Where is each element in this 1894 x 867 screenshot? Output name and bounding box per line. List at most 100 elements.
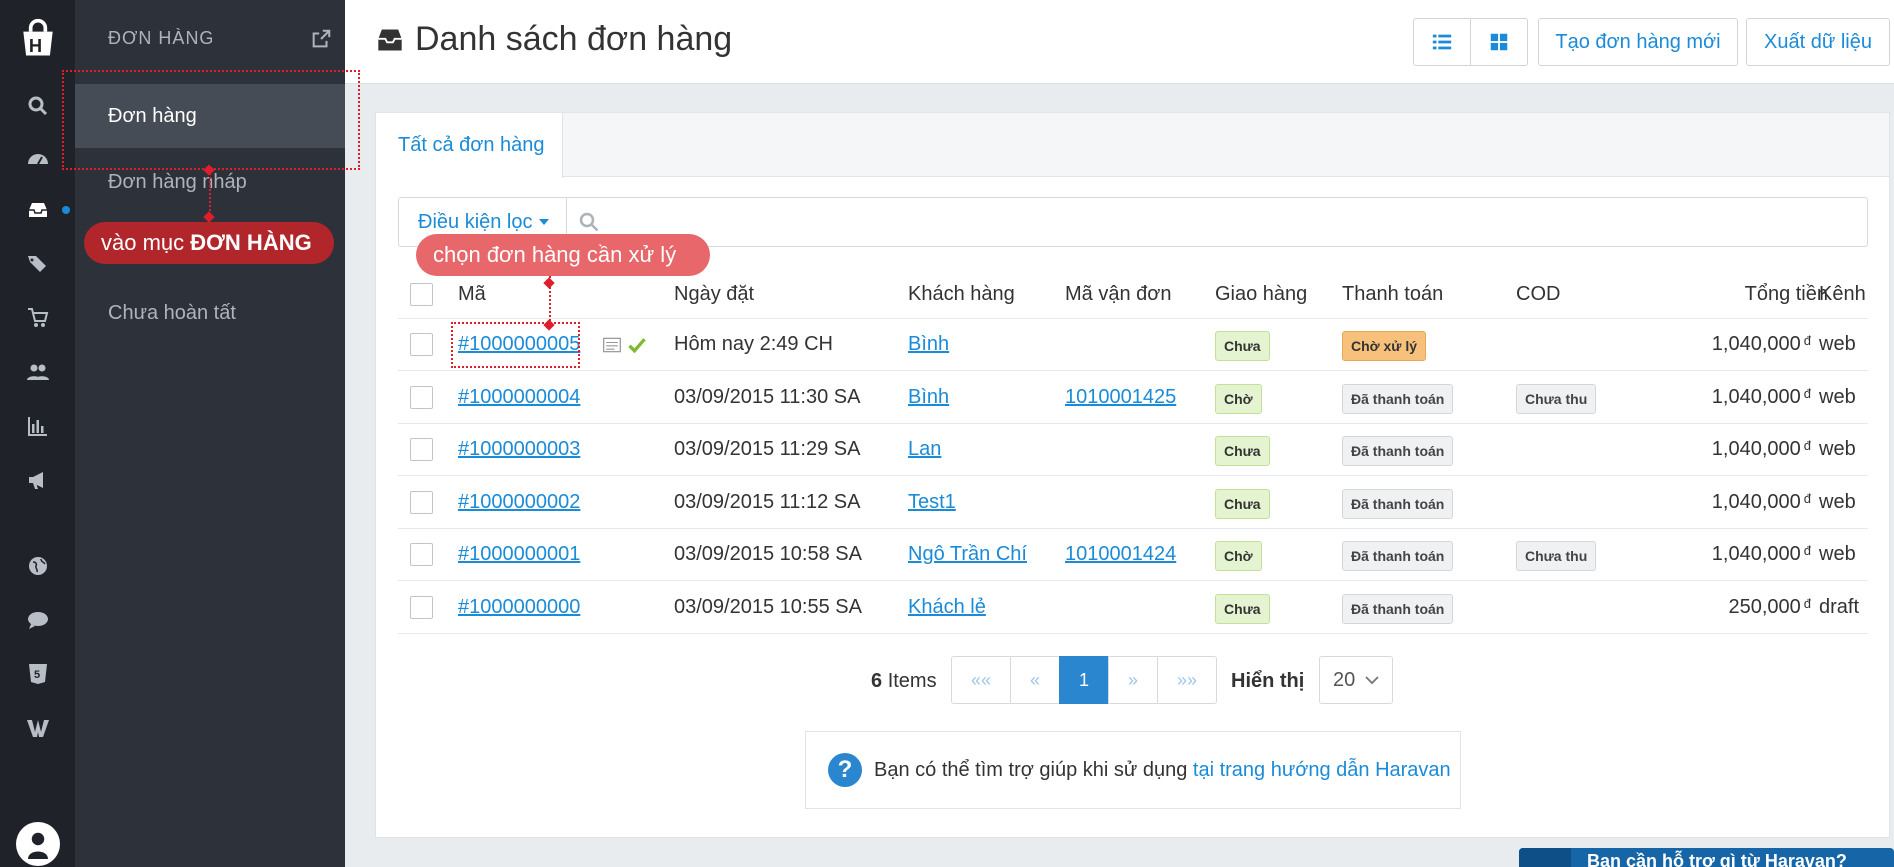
order-channel: web <box>1819 333 1856 355</box>
row-checkbox[interactable] <box>410 543 433 566</box>
tags-icon[interactable] <box>0 244 75 284</box>
col-date[interactable]: Ngày đặt <box>674 283 754 306</box>
order-date: 03/09/2015 10:58 SA <box>674 543 862 565</box>
order-total: 1,040,000 đ <box>1671 333 1811 356</box>
select-all-checkbox[interactable] <box>410 283 433 306</box>
page-1-button[interactable]: 1 <box>1059 656 1109 704</box>
orders-inbox-icon <box>378 29 402 51</box>
currency-symbol: đ <box>1803 595 1811 611</box>
list-icon <box>1432 34 1452 50</box>
marketing-icon[interactable] <box>0 460 75 500</box>
table-row[interactable]: #1000000003 03/09/2015 11:29 SA Lan Chưa Đã … <box>398 424 1868 476</box>
order-code-link[interactable]: #1000000004 <box>458 386 580 409</box>
customers-icon[interactable] <box>0 352 75 392</box>
col-code[interactable]: Mã <box>458 283 486 306</box>
orders-inbox-icon[interactable] <box>0 190 75 230</box>
grid-icon <box>1490 33 1508 51</box>
col-cod[interactable]: COD <box>1516 283 1560 306</box>
order-channel: web <box>1819 543 1856 565</box>
next-page-button[interactable]: » <box>1108 656 1158 704</box>
export-data-button[interactable]: Xuất dữ liệu <box>1746 18 1890 66</box>
chat-icon[interactable] <box>0 600 75 640</box>
note-icon <box>603 337 621 353</box>
col-tracking[interactable]: Mã vận đơn <box>1065 283 1172 306</box>
svg-text:H: H <box>28 35 41 56</box>
note-bold-text: ĐƠN HÀNG <box>190 230 312 255</box>
question-icon: ? <box>828 753 862 787</box>
order-code-link[interactable]: #1000000003 <box>458 438 580 461</box>
tab-all-orders[interactable]: Tất cả đơn hàng <box>376 113 563 178</box>
page-size-value: 20 <box>1333 668 1356 691</box>
create-order-button[interactable]: Tạo đơn hàng mới <box>1538 18 1738 66</box>
first-page-button[interactable]: «« <box>951 656 1011 704</box>
list-view-button[interactable] <box>1413 18 1471 66</box>
customer-link[interactable]: Lan <box>908 438 941 461</box>
cart-icon[interactable] <box>0 298 75 338</box>
annotation-go-to-orders: vào mục ĐƠN HÀNG <box>84 222 334 264</box>
currency-symbol: đ <box>1803 490 1811 506</box>
order-channel: web <box>1819 438 1856 460</box>
row-checkbox[interactable] <box>410 333 433 356</box>
table-row[interactable]: #1000000005 Hôm nay 2:49 CH Bình Chưa Chờ xử… <box>398 319 1868 371</box>
order-channel: web <box>1819 490 1856 513</box>
table-row[interactable]: #1000000004 03/09/2015 11:30 SA Bình 101000… <box>398 372 1868 424</box>
help-guide-link[interactable]: tại trang hướng dẫn Haravan <box>1193 759 1451 782</box>
col-shipping[interactable]: Giao hàng <box>1215 283 1307 306</box>
col-total[interactable]: Tổng tiền <box>1688 283 1828 306</box>
customer-link[interactable]: Test1 <box>908 491 956 514</box>
globe-icon[interactable] <box>0 546 75 586</box>
tracking-link[interactable]: 1010001425 <box>1065 386 1176 409</box>
help-box: ? Bạn có thể tìm trợ giúp khi sử dụng tạ… <box>805 731 1461 809</box>
col-channel[interactable]: Kênh <box>1819 283 1866 306</box>
page-size-label: Hiển thị <box>1231 670 1305 692</box>
order-code-link[interactable]: #1000000001 <box>458 543 580 566</box>
page-title: Danh sách đơn hàng <box>415 20 733 58</box>
customer-link[interactable]: Ngô Trần Chí <box>908 543 1027 566</box>
payment-status-badge: Chờ xử lý <box>1342 331 1426 361</box>
page-size-select[interactable]: 20 <box>1319 656 1393 704</box>
shipping-status-badge: Chưa <box>1215 593 1270 624</box>
last-page-button[interactable]: »» <box>1157 656 1217 704</box>
customer-link[interactable]: Khách lẻ <box>908 596 986 619</box>
order-total: 1,040,000 đ <box>1671 491 1811 514</box>
cod-status-badge: Chưa thu <box>1516 541 1597 571</box>
prev-page-button[interactable]: « <box>1010 656 1060 704</box>
order-date: Hôm nay 2:49 CH <box>674 333 833 355</box>
payment-status-badge: Đã thanh toán <box>1342 593 1454 624</box>
row-checkbox[interactable] <box>410 490 433 514</box>
row-checkbox[interactable] <box>410 438 433 461</box>
chat-bubble-icon <box>1519 848 1571 867</box>
user-avatar[interactable] <box>0 822 75 866</box>
total-value: 1,040,000 <box>1711 543 1801 565</box>
order-code-link[interactable]: #1000000002 <box>458 491 580 514</box>
col-customer[interactable]: Khách hàng <box>908 283 1015 306</box>
tracking-link[interactable]: 1010001424 <box>1065 543 1176 566</box>
row-checkbox[interactable] <box>410 595 433 619</box>
items-label: Items <box>887 670 937 692</box>
row-checkbox[interactable] <box>410 385 433 409</box>
payment-status-badge: Đã thanh toán <box>1342 436 1454 466</box>
col-payment[interactable]: Thanh toán <box>1342 283 1443 306</box>
table-row[interactable]: #1000000000 03/09/2015 10:55 SA Khách lẻ Ch… <box>398 582 1868 634</box>
table-row[interactable]: #1000000001 03/09/2015 10:58 SA Ngô Trần C… <box>398 529 1868 581</box>
tab-bar: Tất cả đơn hàng <box>376 113 1889 178</box>
w-icon[interactable] <box>0 708 75 748</box>
customer-link[interactable]: Bình <box>908 386 949 409</box>
html5-icon[interactable]: 5 <box>0 654 75 694</box>
shipping-status-badge: Chờ <box>1215 541 1262 571</box>
search-input[interactable] <box>611 204 1851 240</box>
reports-icon[interactable] <box>0 406 75 446</box>
subnav-item-incomplete[interactable]: Chưa hoàn tất <box>75 281 345 345</box>
support-chat-bar[interactable]: Bạn cần hỗ trợ gì từ Haravan? <box>1519 848 1894 867</box>
cod-status-badge: Chưa thu <box>1516 383 1597 414</box>
customer-link[interactable]: Bình <box>908 333 949 356</box>
currency-symbol: đ <box>1803 543 1811 558</box>
grid-view-button[interactable] <box>1470 18 1528 66</box>
table-row[interactable]: #1000000002 03/09/2015 11:12 SA Test1 Chưa Đ… <box>398 477 1868 529</box>
order-code-link[interactable]: #1000000000 <box>458 596 580 619</box>
external-link-icon[interactable] <box>310 28 332 50</box>
subnav-item-label: Đơn hàng nháp <box>108 170 247 193</box>
page-header: Danh sách đơn hàng Tạo đơn hàng mới Xuất… <box>345 0 1894 84</box>
logo-icon[interactable]: H <box>0 18 75 60</box>
payment-status-badge: Đã thanh toán <box>1342 541 1454 571</box>
